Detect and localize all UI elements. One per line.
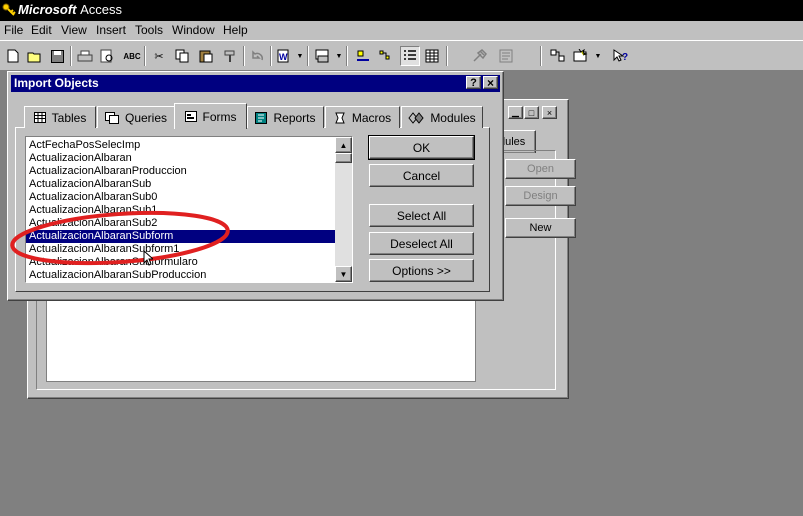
new-icon[interactable]	[3, 46, 23, 66]
print-preview-icon[interactable]	[97, 46, 117, 66]
copy-icon[interactable]	[172, 46, 192, 66]
tab-tables[interactable]: Tables	[24, 106, 96, 128]
scroll-up-icon[interactable]: ▲	[335, 137, 352, 153]
module-icon	[408, 111, 424, 124]
macro-icon	[335, 112, 345, 123]
paste-icon[interactable]	[196, 46, 216, 66]
list-view-icon[interactable]	[400, 46, 420, 66]
toolbar-separator	[540, 46, 542, 66]
toolbar-separator	[144, 46, 146, 66]
list-item[interactable]: ActualizacionAlbaranProduccion	[26, 165, 336, 178]
cut-icon[interactable]: ✂	[149, 46, 169, 66]
db-minimize-icon[interactable]: ▁	[508, 106, 523, 119]
svg-text:?: ?	[622, 52, 628, 63]
toolbar-separator	[446, 46, 448, 66]
table-icon	[33, 112, 46, 123]
tab-reports[interactable]: Reports	[247, 106, 324, 128]
open-icon[interactable]	[25, 46, 45, 66]
menu-bar: File Edit View Insert Tools Window Help	[0, 21, 803, 40]
select-all-button[interactable]: Select All	[369, 204, 474, 227]
menu-edit[interactable]: Edit	[31, 23, 52, 37]
mouse-cursor-icon	[143, 250, 153, 266]
db-object-list	[46, 300, 476, 382]
form-icon	[184, 111, 197, 122]
save-icon[interactable]	[47, 46, 67, 66]
deselect-all-button[interactable]: Deselect All	[369, 232, 474, 255]
large-icons-icon[interactable]	[353, 46, 373, 66]
tab-macros[interactable]: Macros	[325, 106, 400, 128]
dialog-title-bar: Import Objects ? ×	[11, 75, 500, 92]
code-icon[interactable]	[496, 46, 516, 66]
build-icon[interactable]	[470, 46, 490, 66]
new-object-dropdown[interactable]: ▼	[594, 46, 602, 66]
scroll-thumb[interactable]	[335, 153, 352, 163]
toolbar-separator	[307, 46, 309, 66]
format-painter-icon[interactable]	[220, 46, 240, 66]
tab-forms[interactable]: Forms	[174, 103, 247, 129]
menu-help[interactable]: Help	[223, 23, 248, 37]
db-maximize-icon[interactable]: □	[524, 106, 539, 119]
tab-modules[interactable]: Modules	[401, 106, 483, 128]
toolbar-separator	[346, 46, 348, 66]
db-design-button[interactable]: Design	[505, 186, 576, 206]
access-key-icon	[2, 3, 16, 16]
toolbar-separator	[243, 46, 245, 66]
office-links-icon[interactable]: W	[275, 46, 295, 66]
ok-button[interactable]: OK	[368, 135, 475, 160]
toolbar-separator	[270, 46, 272, 66]
dialog-title: Import Objects	[14, 76, 99, 90]
small-icons-icon[interactable]	[376, 46, 396, 66]
toolbar: ABC ✂ W ▼ ▼ ▼ ?	[0, 40, 803, 71]
new-object-icon[interactable]	[571, 46, 591, 66]
svg-text:W: W	[279, 52, 288, 62]
details-view-icon[interactable]	[422, 46, 442, 66]
menu-insert[interactable]: Insert	[96, 23, 126, 37]
list-scrollbar[interactable]: ▲ ▼	[335, 137, 352, 282]
menu-view[interactable]: View	[61, 23, 87, 37]
office-links-dropdown[interactable]: ▼	[296, 46, 304, 66]
list-item[interactable]: ActualizacionAlbaran	[26, 152, 336, 165]
relationships-icon[interactable]	[548, 46, 568, 66]
tab-queries[interactable]: Queries	[97, 106, 175, 128]
db-new-button[interactable]: New	[505, 218, 576, 238]
menu-tools[interactable]: Tools	[135, 23, 163, 37]
app-title: Microsoft Access	[18, 2, 123, 17]
db-close-icon[interactable]: ×	[542, 106, 557, 119]
dialog-close-button[interactable]: ×	[483, 76, 498, 90]
scroll-down-icon[interactable]: ▼	[335, 266, 352, 282]
db-open-button[interactable]: Open	[505, 159, 576, 179]
analyze-dropdown[interactable]: ▼	[335, 46, 343, 66]
options-button[interactable]: Options >>	[369, 259, 474, 282]
annotation-ellipse	[10, 210, 230, 266]
cancel-button[interactable]: Cancel	[369, 164, 474, 187]
spelling-icon[interactable]: ABC	[122, 46, 142, 66]
print-icon[interactable]	[75, 46, 95, 66]
list-item[interactable]: ActualizacionAlbaranSub	[26, 178, 336, 191]
list-item[interactable]: ActFechaPosSelecImp	[26, 139, 336, 152]
analyze-icon[interactable]	[313, 46, 333, 66]
undo-icon[interactable]	[248, 46, 268, 66]
report-icon	[255, 111, 268, 124]
query-icon	[104, 111, 119, 124]
toolbar-separator	[70, 46, 72, 66]
menu-file[interactable]: File	[4, 23, 23, 37]
help-pointer-icon[interactable]: ?	[610, 46, 630, 66]
help-button[interactable]: ?	[466, 76, 481, 89]
app-title-bar: Microsoft Access	[0, 0, 803, 21]
menu-window[interactable]: Window	[172, 23, 215, 37]
